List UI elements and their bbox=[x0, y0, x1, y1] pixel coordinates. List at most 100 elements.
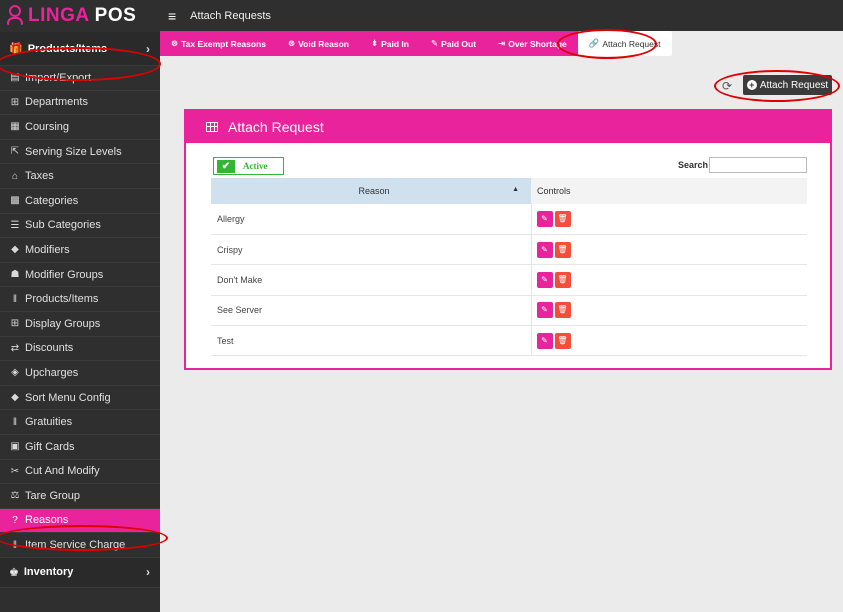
sidebar-item-sub-categories[interactable]: ☰ Sub Categories bbox=[0, 214, 160, 239]
tab-label: Over Shortage bbox=[508, 38, 567, 49]
sidebar-item-serving-size-levels[interactable]: ⇱ Serving Size Levels bbox=[0, 140, 160, 165]
reason-cell: Crispy bbox=[211, 234, 532, 266]
delete-trash-icon[interactable]: 🗑 bbox=[554, 302, 571, 319]
tab-icon: ⊗ bbox=[288, 38, 296, 48]
sidebar-item-label: Categories bbox=[25, 194, 79, 207]
tab-tax-exempt-reasons[interactable]: ⊗ Tax Exempt Reasons bbox=[160, 31, 277, 56]
sidebar-item-label: Reasons bbox=[25, 514, 69, 527]
search-box: Search bbox=[678, 157, 808, 173]
edit-pencil-icon[interactable]: ✎ bbox=[536, 332, 553, 349]
logo[interactable]: LINGA POS bbox=[0, 0, 160, 32]
edit-pencil-icon[interactable]: ✎ bbox=[536, 271, 553, 288]
tab-icon: ⇟ bbox=[371, 38, 379, 48]
sidebar-item-label: Modifier Groups bbox=[25, 268, 104, 281]
tab-paid-in[interactable]: ⇟ Paid In bbox=[360, 31, 420, 56]
search-label: Search bbox=[678, 160, 709, 170]
refresh-icon[interactable]: ⟳ bbox=[722, 79, 732, 93]
tab-attach-request[interactable]: 🔗 Attach Request bbox=[577, 31, 672, 56]
sidebar-item-sort-menu-config[interactable]: ◆ Sort Menu Config bbox=[0, 386, 160, 411]
sidebar-item-gratuities[interactable]: ǁ Gratuities bbox=[0, 410, 160, 435]
sidebar-item-icon: ⇱ bbox=[10, 146, 20, 158]
sidebar-item-label: Gift Cards bbox=[25, 440, 75, 453]
table-row: Allergy ✎ 🗑 bbox=[211, 204, 807, 235]
attach-request-button[interactable]: + Attach Request bbox=[743, 75, 832, 95]
search-input[interactable] bbox=[709, 157, 808, 173]
panel-header: Attach Request bbox=[186, 111, 830, 143]
sort-up-icon[interactable]: ▲ bbox=[512, 186, 519, 193]
sidebar-item-tare-group[interactable]: ⚖ Tare Group bbox=[0, 484, 160, 509]
sidebar-item-products-items[interactable]: ǁ Products/Items bbox=[0, 287, 160, 312]
sidebar-item-label: Upcharges bbox=[25, 366, 79, 379]
sidebar-item-icon: ⇄ bbox=[10, 342, 20, 354]
sidebar-item-label: Item Service Charge bbox=[25, 539, 126, 552]
sidebar-item-discounts[interactable]: ⇄ Discounts bbox=[0, 337, 160, 362]
sidebar-item-reasons[interactable]: ? Reasons bbox=[0, 508, 160, 534]
sidebar-item-icon: ▣ bbox=[10, 441, 20, 453]
sidebar-item-cut-and-modify[interactable]: ✂ Cut And Modify bbox=[0, 460, 160, 485]
sidebar-item-label: Import/Export bbox=[25, 71, 92, 84]
table-row: Crispy ✎ 🗑 bbox=[211, 234, 807, 266]
sidebar-item-icon: ▩ bbox=[10, 195, 20, 207]
sidebar-parent-inventory[interactable]: ♚ Inventory › bbox=[0, 557, 160, 588]
sidebar-parent-products[interactable]: 🎁 Products/Items › bbox=[0, 32, 160, 66]
sidebar-item-icon: ▤ bbox=[10, 72, 20, 84]
sidebar-item-taxes[interactable]: ⌂ Taxes bbox=[0, 164, 160, 189]
reasons-table: Reason ▲ Controls Allergy ✎ 🗑 Crispy ✎ 🗑 Don't… bbox=[211, 178, 807, 357]
sidebar-item-icon: ǁ bbox=[12, 539, 18, 551]
sidebar-item-label: Cut And Modify bbox=[25, 465, 100, 478]
sidebar-item-icon: ☰ bbox=[10, 219, 20, 231]
panel-title: Attach Request bbox=[228, 119, 324, 135]
sidebar-item-icon: ◆ bbox=[11, 392, 19, 404]
tab-label: Paid In bbox=[381, 38, 409, 49]
attach-request-button-label: Attach Request bbox=[759, 79, 829, 91]
delete-trash-icon[interactable]: 🗑 bbox=[554, 210, 571, 227]
sidebar-item-icon: ⚖ bbox=[10, 490, 20, 502]
sidebar-item-departments[interactable]: ⊞ Departments bbox=[0, 91, 160, 116]
tab-void-reason[interactable]: ⊗ Void Reason bbox=[277, 31, 360, 56]
sidebar-item-modifier-groups[interactable]: ☗ Modifier Groups bbox=[0, 263, 160, 288]
reason-cell: See Server bbox=[211, 295, 532, 327]
chevron-right-icon: › bbox=[146, 41, 150, 56]
tab-over-shortage[interactable]: ⇥ Over Shortage bbox=[487, 31, 578, 56]
sidebar-item-categories[interactable]: ▩ Categories bbox=[0, 189, 160, 214]
table-row: See Server ✎ 🗑 bbox=[211, 295, 807, 327]
tab-bar: ⊗ Tax Exempt Reasons ⊗ Void Reason ⇟ Paid In ✎… bbox=[160, 31, 672, 56]
sidebar-item-label: Modifiers bbox=[25, 243, 70, 256]
controls-cell: ✎ 🗑 bbox=[531, 325, 807, 357]
tab-paid-out[interactable]: ✎ Paid Out bbox=[420, 31, 487, 56]
tab-label: Tax Exempt Reasons bbox=[181, 38, 267, 49]
page-title: Attach Requests bbox=[190, 9, 271, 22]
delete-trash-icon[interactable]: 🗑 bbox=[554, 241, 571, 258]
edit-pencil-icon[interactable]: ✎ bbox=[536, 241, 553, 258]
sidebar-item-label: Taxes bbox=[25, 170, 54, 183]
sidebar-item-icon: ✂ bbox=[10, 465, 20, 477]
sidebar-item-gift-cards[interactable]: ▣ Gift Cards bbox=[0, 435, 160, 460]
controls-cell: ✎ 🗑 bbox=[531, 264, 807, 296]
active-toggle[interactable]: ✔ Active bbox=[213, 157, 284, 175]
sidebar-item-item-service-charge[interactable]: ǁ Item Service Charge bbox=[0, 533, 160, 558]
sidebar-item-icon: ? bbox=[12, 514, 18, 526]
sidebar-item-modifiers[interactable]: ◆ Modifiers bbox=[0, 238, 160, 263]
sidebar-item-label: Sort Menu Config bbox=[25, 391, 111, 404]
column-header-reason[interactable]: Reason ▲ bbox=[211, 178, 531, 204]
table-row: Don't Make ✎ 🗑 bbox=[211, 264, 807, 296]
sidebar-item-upcharges[interactable]: ◈ Upcharges bbox=[0, 361, 160, 386]
sidebar-item-display-groups[interactable]: ⊞ Display Groups bbox=[0, 312, 160, 337]
edit-pencil-icon[interactable]: ✎ bbox=[536, 302, 553, 319]
active-label: Active bbox=[243, 161, 268, 171]
edit-pencil-icon[interactable]: ✎ bbox=[536, 210, 553, 227]
reason-cell: Don't Make bbox=[211, 264, 532, 296]
tab-label: Attach Request bbox=[602, 38, 661, 49]
sidebar-item-coursing[interactable]: ▦ Coursing bbox=[0, 115, 160, 140]
hamburger-menu-icon[interactable]: ≡ bbox=[168, 8, 176, 24]
tab-icon: ⊗ bbox=[171, 38, 179, 48]
linga-logo-icon bbox=[6, 5, 24, 27]
check-icon: ✔ bbox=[217, 159, 235, 173]
sidebar-item-icon: ◆ bbox=[11, 244, 19, 256]
delete-trash-icon[interactable]: 🗑 bbox=[554, 332, 571, 349]
sidebar-item-import-export[interactable]: ▤ Import/Export bbox=[0, 66, 160, 91]
tab-label: Paid Out bbox=[441, 38, 477, 49]
chevron-right-icon: › bbox=[146, 565, 150, 580]
delete-trash-icon[interactable]: 🗑 bbox=[554, 271, 571, 288]
sidebar-item-label: Gratuities bbox=[25, 416, 73, 429]
